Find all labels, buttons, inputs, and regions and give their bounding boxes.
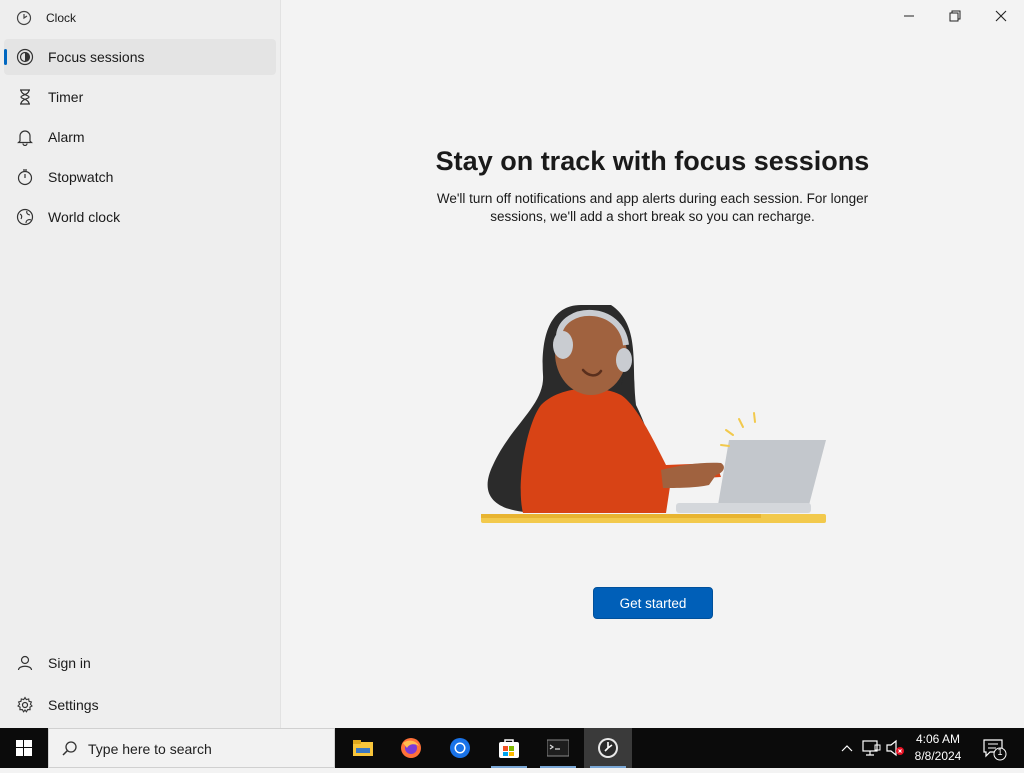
- clock-app-icon: [16, 10, 32, 26]
- minimize-icon: [904, 15, 914, 17]
- nav-label: Timer: [48, 89, 84, 105]
- network-button[interactable]: [860, 728, 882, 768]
- network-icon: [862, 740, 881, 756]
- bell-icon: [17, 130, 33, 146]
- globe-icon: [16, 208, 34, 226]
- taskbar: Type here to search 4:06 AM 8/8/2024 1: [0, 728, 1024, 768]
- taskbar-clock-button[interactable]: 4:06 AM 8/8/2024: [905, 728, 971, 768]
- nav-item-alarm[interactable]: Alarm: [4, 119, 276, 155]
- gear-icon: [17, 696, 33, 713]
- focus-illustration: [481, 305, 826, 523]
- file-explorer-icon: [353, 740, 373, 756]
- nav-item-sign-in[interactable]: Sign in: [4, 645, 276, 681]
- close-icon: [995, 10, 1007, 22]
- taskbar-firefox[interactable]: [387, 728, 435, 768]
- nav-label: Settings: [48, 697, 99, 713]
- volume-muted-icon: [886, 739, 904, 757]
- page-title: Stay on track with focus sessions: [435, 146, 870, 176]
- search-icon: [62, 741, 77, 756]
- person-icon: [17, 655, 33, 671]
- main-content: Stay on track with focus sessions We'll …: [281, 0, 1024, 728]
- minimize-button[interactable]: [886, 0, 932, 32]
- chevron-up-icon: [841, 745, 853, 752]
- nav-item-stopwatch[interactable]: Stopwatch: [4, 159, 276, 195]
- nav-label: World clock: [48, 209, 121, 225]
- nav-item-timer[interactable]: Timer: [4, 79, 276, 115]
- taskbar-file-explorer[interactable]: [339, 728, 387, 768]
- chrome-icon: [450, 738, 470, 758]
- get-started-button[interactable]: Get started: [593, 587, 713, 619]
- nav-item-settings[interactable]: Settings: [4, 687, 276, 723]
- restore-icon: [949, 10, 961, 22]
- nav-label: Stopwatch: [48, 169, 114, 185]
- title-bar: Clock: [0, 0, 280, 36]
- notifications-button[interactable]: 1: [978, 728, 1018, 768]
- firefox-icon: [401, 738, 421, 758]
- taskbar-store[interactable]: [485, 728, 533, 768]
- selection-indicator: [4, 49, 7, 65]
- focus-icon: [16, 48, 34, 66]
- search-placeholder: Type here to search: [88, 741, 212, 757]
- nav-label: Focus sessions: [48, 49, 145, 65]
- taskbar-terminal[interactable]: [534, 728, 582, 768]
- taskbar-chrome[interactable]: [436, 728, 484, 768]
- hourglass-icon: [20, 89, 30, 105]
- restore-button[interactable]: [932, 0, 978, 32]
- show-hidden-icons-button[interactable]: [838, 728, 856, 768]
- close-button[interactable]: [978, 0, 1024, 32]
- store-icon: [499, 739, 519, 758]
- volume-button[interactable]: [884, 728, 906, 768]
- taskbar-search-box[interactable]: Type here to search: [48, 728, 335, 768]
- clock-app-icon: [598, 738, 618, 758]
- app-title: Clock: [46, 11, 77, 25]
- taskbar-date: 8/8/2024: [914, 749, 962, 763]
- taskbar-clock[interactable]: [584, 728, 632, 768]
- nav-item-world-clock[interactable]: World clock: [4, 199, 276, 235]
- terminal-icon: [547, 739, 569, 757]
- nav-item-focus-sessions[interactable]: Focus sessions: [4, 39, 276, 75]
- navigation-pane: Clock Focus sessions Timer Alarm Stopwat…: [0, 0, 281, 728]
- notification-count: 1: [997, 747, 1003, 757]
- nav-label: Alarm: [48, 129, 85, 145]
- taskbar-time: 4:06 AM: [915, 732, 961, 746]
- windows-logo-icon: [16, 740, 32, 756]
- nav-label: Sign in: [48, 655, 91, 671]
- start-button[interactable]: [0, 728, 48, 768]
- stopwatch-icon: [17, 169, 33, 186]
- page-description: We'll turn off notifications and app ale…: [436, 191, 869, 224]
